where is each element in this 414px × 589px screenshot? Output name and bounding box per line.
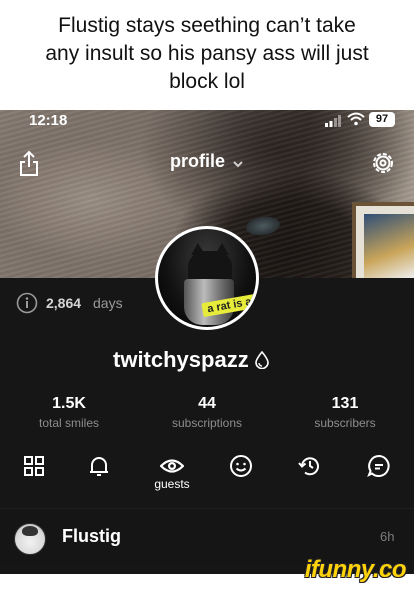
account-age-count: 2,864 [46,295,82,311]
post-time: 6h [380,529,395,544]
tab-history[interactable] [288,450,332,494]
grid-icon [24,456,44,476]
info-icon[interactable] [16,292,38,314]
ifunny-watermark: ifunny.co [304,556,407,583]
caption-line-3: block lol [169,70,245,93]
caption-line-1: Flustig stays seething can’t take [58,14,356,37]
avatar[interactable]: a rat is a rat [155,226,259,330]
meme-caption: Flustig stays seething can’t take any in… [0,0,414,110]
history-icon [298,457,319,476]
stat-subscribers[interactable]: 131 subscribers [285,395,405,430]
stat-value: 1.5K [52,395,86,412]
stat-value: 44 [198,395,216,412]
battery-indicator: 97 [369,112,395,127]
tab-guests[interactable]: guests [150,450,194,494]
stat-subscriptions[interactable]: 44 subscriptions [147,395,267,430]
signal-icon [325,115,341,127]
stat-value: 131 [331,395,359,412]
tab-smiles[interactable] [219,450,263,494]
caption-line-2: any insult so his pansy ass will just [45,42,369,65]
gear-icon[interactable] [370,150,396,176]
share-icon[interactable] [17,150,41,178]
profile-tabs: guests [0,450,414,494]
stat-label: total smiles [38,416,100,430]
profile-screen: 12:18 97 profile 2,864 days a rat is a r… [0,110,414,574]
bell-icon [90,457,108,476]
tab-guests-label: guests [154,477,190,491]
eye-icon [160,459,184,473]
drop-badge-icon [254,351,269,369]
wall-picture [352,202,414,278]
smile-icon [230,455,252,477]
chevron-down-icon[interactable] [232,160,244,168]
profile-title[interactable]: profile [170,151,225,172]
username: twitchyspazz [113,347,270,373]
status-time: 12:18 [29,112,68,129]
stat-label: subscriptions [171,416,243,430]
avatar[interactable] [14,523,46,555]
tab-comments[interactable] [357,450,401,494]
wifi-icon [347,112,365,126]
status-bar: 12:18 97 [0,110,414,134]
stat-total-smiles[interactable]: 1.5K total smiles [9,395,129,430]
chat-icon [367,454,390,478]
tab-grid[interactable] [12,450,56,494]
stat-label: subscribers [314,416,376,430]
account-age-unit: days [93,295,123,311]
post-author[interactable]: Flustig [62,526,121,547]
profile-stats: 1.5K total smiles 44 subscriptions 131 s… [0,395,414,439]
username-text: twitchyspazz [113,347,249,372]
profile-header: profile [0,146,414,182]
tab-notifications[interactable] [77,450,121,494]
